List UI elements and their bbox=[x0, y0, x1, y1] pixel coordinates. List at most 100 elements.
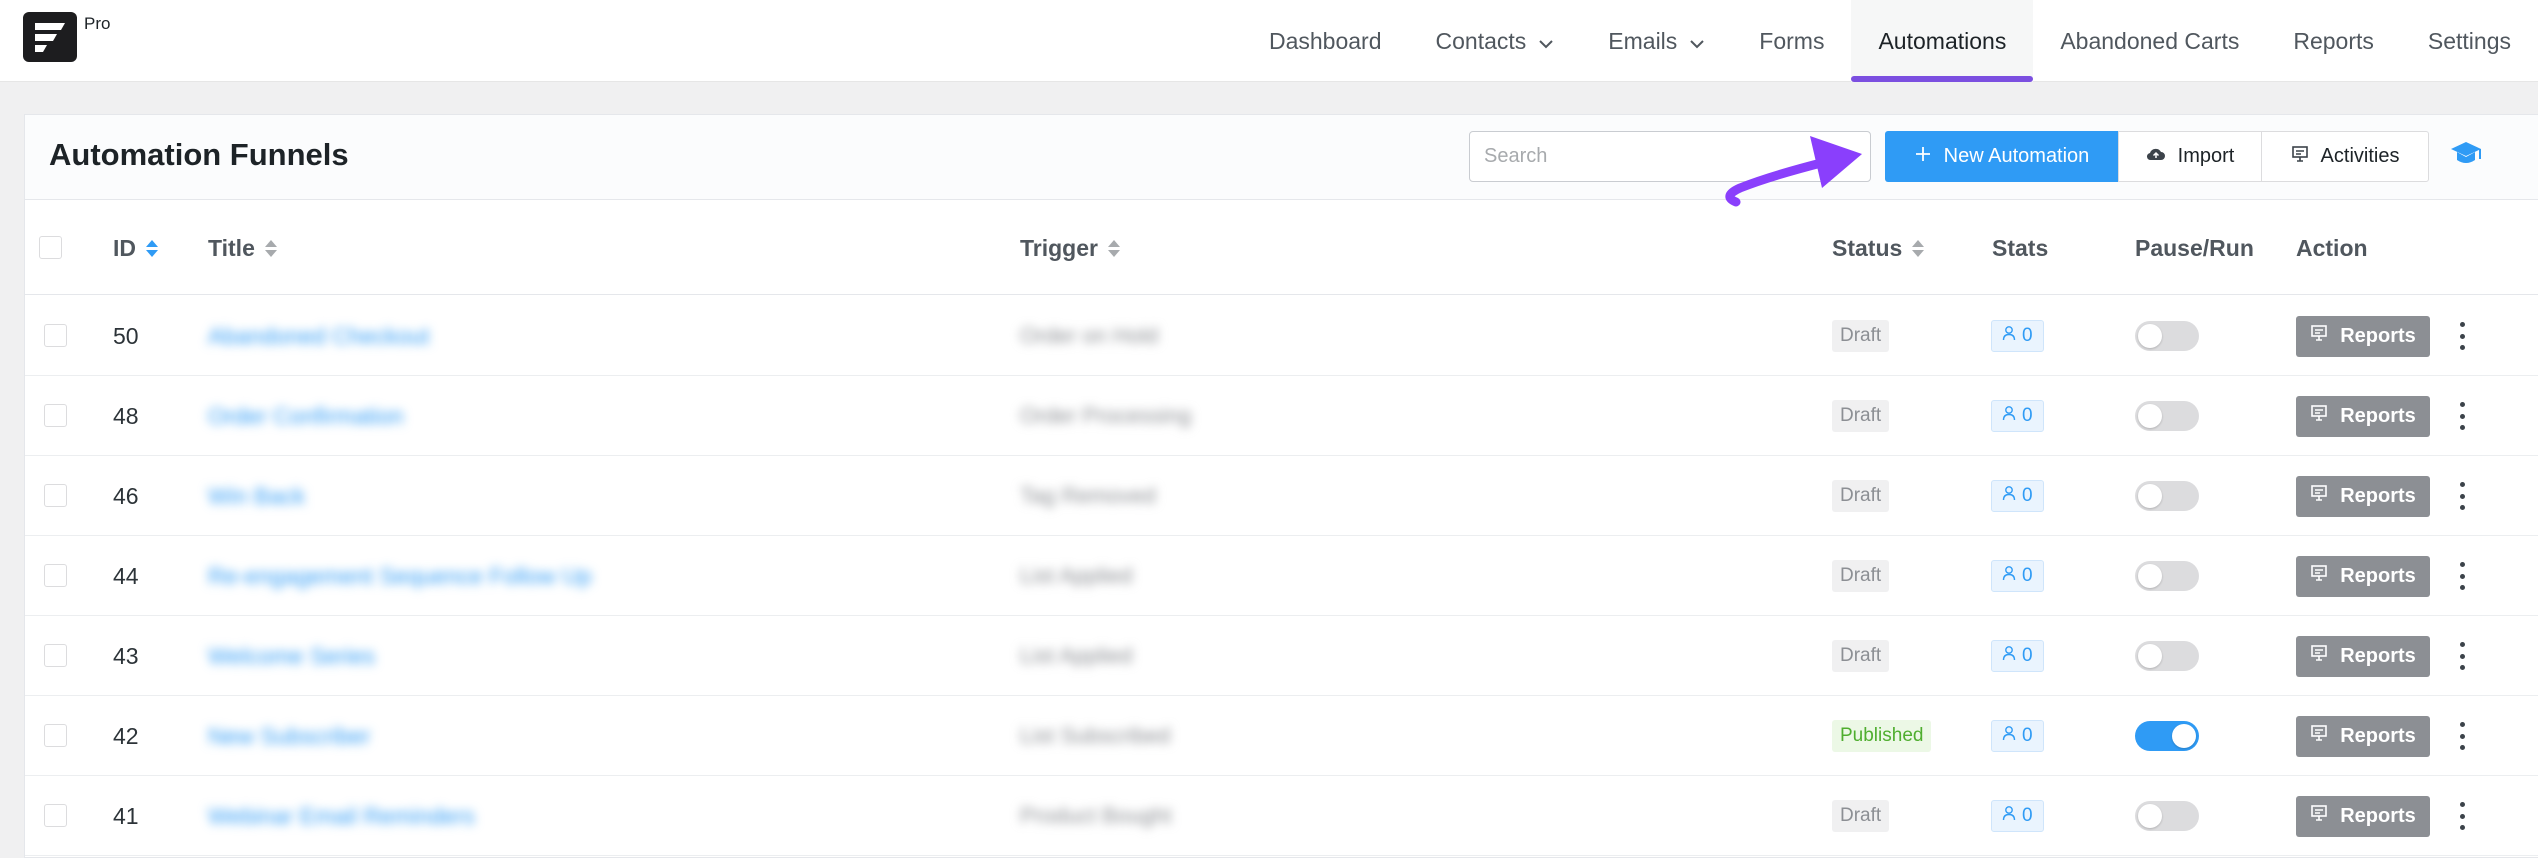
user-icon bbox=[2002, 725, 2016, 747]
automation-title-link[interactable]: Re-engagement Sequence Follow Up bbox=[208, 536, 592, 616]
nav-item-emails[interactable]: Emails bbox=[1581, 0, 1732, 82]
annotation-arrow-icon bbox=[1725, 136, 1862, 207]
nav-item-dashboard[interactable]: Dashboard bbox=[1242, 0, 1409, 82]
automation-trigger: List Applied bbox=[1020, 643, 1133, 668]
automation-title-link[interactable]: Win Back bbox=[208, 456, 305, 536]
report-board-icon bbox=[2310, 644, 2328, 668]
automation-trigger: List Subscribed bbox=[1020, 723, 1171, 748]
sort-icon bbox=[1107, 239, 1120, 257]
automation-title-link[interactable]: Order Confirmation bbox=[208, 376, 404, 456]
page-title: Automation Funnels bbox=[49, 137, 349, 172]
row-checkbox[interactable] bbox=[44, 644, 67, 667]
automation-trigger: List Applied bbox=[1020, 563, 1133, 588]
automation-title-link[interactable]: Webinar Email Reminders bbox=[208, 776, 475, 856]
activities-button[interactable]: Activities bbox=[2261, 131, 2429, 182]
column-header-trigger[interactable]: Trigger bbox=[1020, 201, 1120, 295]
stats-badge[interactable]: 0 bbox=[1991, 320, 2044, 352]
more-options-icon[interactable] bbox=[2458, 562, 2466, 590]
report-board-icon bbox=[2310, 804, 2328, 828]
nav-item-reports[interactable]: Reports bbox=[2266, 0, 2401, 82]
new-automation-label: New Automation bbox=[1943, 145, 2090, 167]
automation-trigger: Order on Hold bbox=[1020, 323, 1159, 348]
nav-item-contacts[interactable]: Contacts bbox=[1409, 0, 1582, 82]
stats-badge[interactable]: 0 bbox=[1991, 720, 2044, 752]
status-badge: Draft bbox=[1832, 640, 1890, 672]
reports-button[interactable]: Reports bbox=[2296, 395, 2430, 437]
automation-id: 50 bbox=[113, 322, 139, 349]
stats-badge[interactable]: 0 bbox=[1991, 400, 2044, 432]
report-board-icon bbox=[2310, 564, 2328, 588]
more-options-icon[interactable] bbox=[2458, 482, 2466, 510]
pause-run-toggle[interactable] bbox=[2135, 481, 2199, 511]
row-checkbox[interactable] bbox=[44, 564, 67, 587]
user-icon bbox=[2002, 485, 2016, 507]
pause-run-toggle[interactable] bbox=[2135, 561, 2199, 591]
reports-button[interactable]: Reports bbox=[2296, 715, 2430, 757]
plus-icon bbox=[1914, 145, 1932, 169]
more-options-icon[interactable] bbox=[2458, 722, 2466, 750]
column-header-title[interactable]: Title bbox=[208, 201, 277, 295]
top-navigation: Pro Dashboard Contacts Emails Forms Automati… bbox=[0, 0, 2538, 82]
report-board-icon bbox=[2291, 145, 2309, 169]
nav-item-abandoned-carts[interactable]: Abandoned Carts bbox=[2033, 0, 2266, 82]
automation-title-link[interactable]: Welcome Series bbox=[208, 616, 375, 696]
pause-run-toggle[interactable] bbox=[2135, 721, 2199, 751]
row-checkbox[interactable] bbox=[44, 724, 67, 747]
report-board-icon bbox=[2310, 724, 2328, 748]
user-icon bbox=[2002, 325, 2016, 347]
row-checkbox[interactable] bbox=[44, 324, 67, 347]
automation-title-link[interactable]: Abandoned Checkout bbox=[208, 296, 429, 376]
reports-button[interactable]: Reports bbox=[2296, 795, 2430, 837]
pause-run-toggle[interactable] bbox=[2135, 321, 2199, 351]
sort-icon bbox=[146, 239, 158, 257]
row-checkbox[interactable] bbox=[44, 804, 67, 827]
sort-icon bbox=[264, 239, 277, 257]
status-badge: Draft bbox=[1832, 320, 1890, 352]
report-board-icon bbox=[2310, 324, 2328, 348]
column-header-id[interactable]: ID bbox=[113, 201, 158, 295]
column-header-action: Action bbox=[2296, 234, 2368, 261]
fluentcrm-logo-icon[interactable] bbox=[23, 12, 77, 62]
status-badge: Published bbox=[1832, 720, 1932, 752]
stats-badge[interactable]: 0 bbox=[1991, 640, 2044, 672]
pause-run-toggle[interactable] bbox=[2135, 801, 2199, 831]
graduation-cap-icon[interactable] bbox=[2449, 139, 2483, 174]
more-options-icon[interactable] bbox=[2458, 322, 2466, 350]
import-label: Import bbox=[2177, 145, 2235, 167]
chevron-down-icon bbox=[1689, 28, 1705, 55]
stats-badge[interactable]: 0 bbox=[1991, 480, 2044, 512]
panel-header: Automation Funnels New Automation Import… bbox=[25, 115, 2538, 200]
nav-item-settings[interactable]: Settings bbox=[2401, 0, 2538, 82]
report-board-icon bbox=[2310, 404, 2328, 428]
column-header-stats: Stats bbox=[1992, 234, 2049, 261]
row-checkbox[interactable] bbox=[44, 404, 67, 427]
stats-badge[interactable]: 0 bbox=[1991, 800, 2044, 832]
reports-button[interactable]: Reports bbox=[2296, 315, 2430, 357]
new-automation-button[interactable]: New Automation bbox=[1885, 131, 2118, 182]
reports-button[interactable]: Reports bbox=[2296, 635, 2430, 677]
more-options-icon[interactable] bbox=[2458, 402, 2466, 430]
automation-title-link[interactable]: New Subscriber bbox=[208, 696, 370, 776]
more-options-icon[interactable] bbox=[2458, 642, 2466, 670]
pause-run-toggle[interactable] bbox=[2135, 641, 2199, 671]
nav-item-automations[interactable]: Automations bbox=[1851, 0, 2034, 82]
stats-badge[interactable]: 0 bbox=[1991, 560, 2044, 592]
column-header-pause-run: Pause/Run bbox=[2135, 234, 2254, 261]
status-badge: Draft bbox=[1832, 400, 1890, 432]
report-board-icon bbox=[2310, 484, 2328, 508]
table-row: 41 Webinar Email Reminders Product Bought D… bbox=[25, 776, 2538, 856]
pro-label: Pro bbox=[84, 14, 111, 33]
pause-run-toggle[interactable] bbox=[2135, 401, 2199, 431]
more-options-icon[interactable] bbox=[2458, 802, 2466, 830]
nav-item-forms[interactable]: Forms bbox=[1732, 0, 1851, 82]
automation-id: 46 bbox=[113, 482, 139, 509]
automation-trigger: Tag Removed bbox=[1020, 483, 1156, 508]
table-row: 46 Win Back Tag Removed Draft 0 Reports bbox=[25, 456, 2538, 536]
row-checkbox[interactable] bbox=[44, 484, 67, 507]
reports-button[interactable]: Reports bbox=[2296, 555, 2430, 597]
status-badge: Draft bbox=[1832, 560, 1890, 592]
select-all-checkbox[interactable] bbox=[39, 236, 62, 259]
reports-button[interactable]: Reports bbox=[2296, 475, 2430, 517]
table-header: ID Title Trigger Status Stats Pause/Run … bbox=[25, 201, 2538, 295]
import-button[interactable]: Import bbox=[2118, 131, 2262, 182]
